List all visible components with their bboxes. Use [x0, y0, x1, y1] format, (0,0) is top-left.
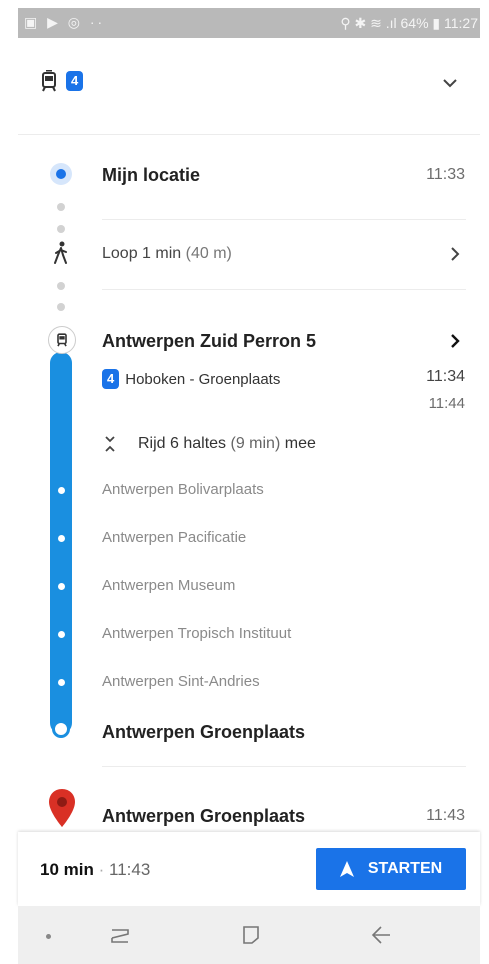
nav-dot	[46, 934, 51, 939]
divider	[102, 219, 466, 220]
stop-item: Antwerpen Sint-Andries	[102, 673, 260, 690]
stop-item: Antwerpen Bolivarplaats	[102, 481, 264, 498]
stop-item: Antwerpen Pacificatie	[102, 529, 247, 546]
start-button[interactable]: STARTEN	[316, 848, 466, 890]
divider	[102, 289, 466, 290]
route-info: 4 Hoboken - Groenplaats	[102, 369, 280, 389]
divider	[102, 766, 466, 767]
route-number-badge: 4	[102, 369, 120, 389]
status-bar: ▣ ▶ ◎ ·· ⚲ ✱ ≋ .ıl 64% ▮ 11:27	[18, 8, 480, 38]
origin-label: Mijn locatie	[102, 165, 201, 185]
walk-distance: (40 m)	[185, 245, 232, 262]
navigation-arrow-icon	[339, 861, 354, 877]
end-stop-dot	[52, 720, 70, 738]
status-left-icons: ▣ ▶ ◎ ··	[24, 14, 106, 30]
expand-chevron-icon[interactable]	[442, 78, 458, 88]
chevron-right-icon[interactable]	[450, 333, 460, 349]
stop-item: Antwerpen Museum	[102, 577, 236, 594]
stop-dot	[58, 583, 65, 590]
origin-time: 11:33	[426, 166, 465, 183]
ride-summary[interactable]: Rijd 6 haltes (9 min) mee	[138, 435, 316, 453]
summary-separator: ·	[98, 860, 105, 879]
route-number-badge: 4	[66, 71, 84, 91]
ride-duration: (9 min)	[230, 435, 281, 452]
location-dot-icon	[50, 163, 72, 185]
back-icon[interactable]	[370, 924, 392, 946]
transit-line	[50, 352, 72, 734]
ride-stops: Rijd 6 haltes	[138, 435, 227, 452]
status-right-info: ⚲ ✱ ≋ .ıl 64% ▮ 11:27	[340, 15, 478, 31]
collapse-expand-icon[interactable]	[104, 435, 116, 453]
connector-dot	[57, 303, 65, 311]
walk-text: Loop 1 min (40 m)	[102, 245, 232, 263]
map-pin-icon	[49, 789, 75, 827]
stop-dot	[58, 487, 65, 494]
connector-dot	[57, 225, 65, 233]
recent-apps-icon[interactable]	[108, 926, 132, 946]
system-nav-bar	[18, 906, 480, 964]
tram-icon	[42, 70, 56, 92]
route-header[interactable]: 4	[18, 38, 480, 135]
trip-arrival: 11:43	[109, 860, 151, 879]
start-label: STARTEN	[367, 860, 443, 877]
walk-duration: Loop 1 min	[102, 245, 182, 262]
departure-time: 11:34	[426, 368, 465, 385]
destination-label: Antwerpen Groenplaats	[102, 806, 306, 826]
stop-item: Antwerpen Tropisch Instituut	[102, 625, 292, 642]
stop-dot	[58, 631, 65, 638]
trip-summary: 10 min · 11:43	[40, 860, 150, 880]
route-name: Hoboken - Groenplaats	[125, 370, 281, 388]
connector-dot	[57, 282, 65, 290]
chevron-right-icon[interactable]	[450, 246, 460, 262]
connector-dot	[57, 203, 65, 211]
next-departure-time: 11:44	[428, 395, 465, 412]
destination-time: 11:43	[426, 807, 465, 824]
trip-duration: 10 min	[40, 860, 94, 879]
departure-station[interactable]: Antwerpen Zuid Perron 5	[102, 331, 316, 352]
tram-stop-icon	[48, 326, 76, 354]
arrival-station: Antwerpen Groenplaats	[102, 722, 306, 742]
ride-suffix: mee	[284, 435, 316, 452]
home-icon[interactable]	[240, 924, 262, 946]
walk-icon	[54, 241, 67, 264]
stop-dot	[58, 679, 65, 686]
stop-dot	[58, 535, 65, 542]
